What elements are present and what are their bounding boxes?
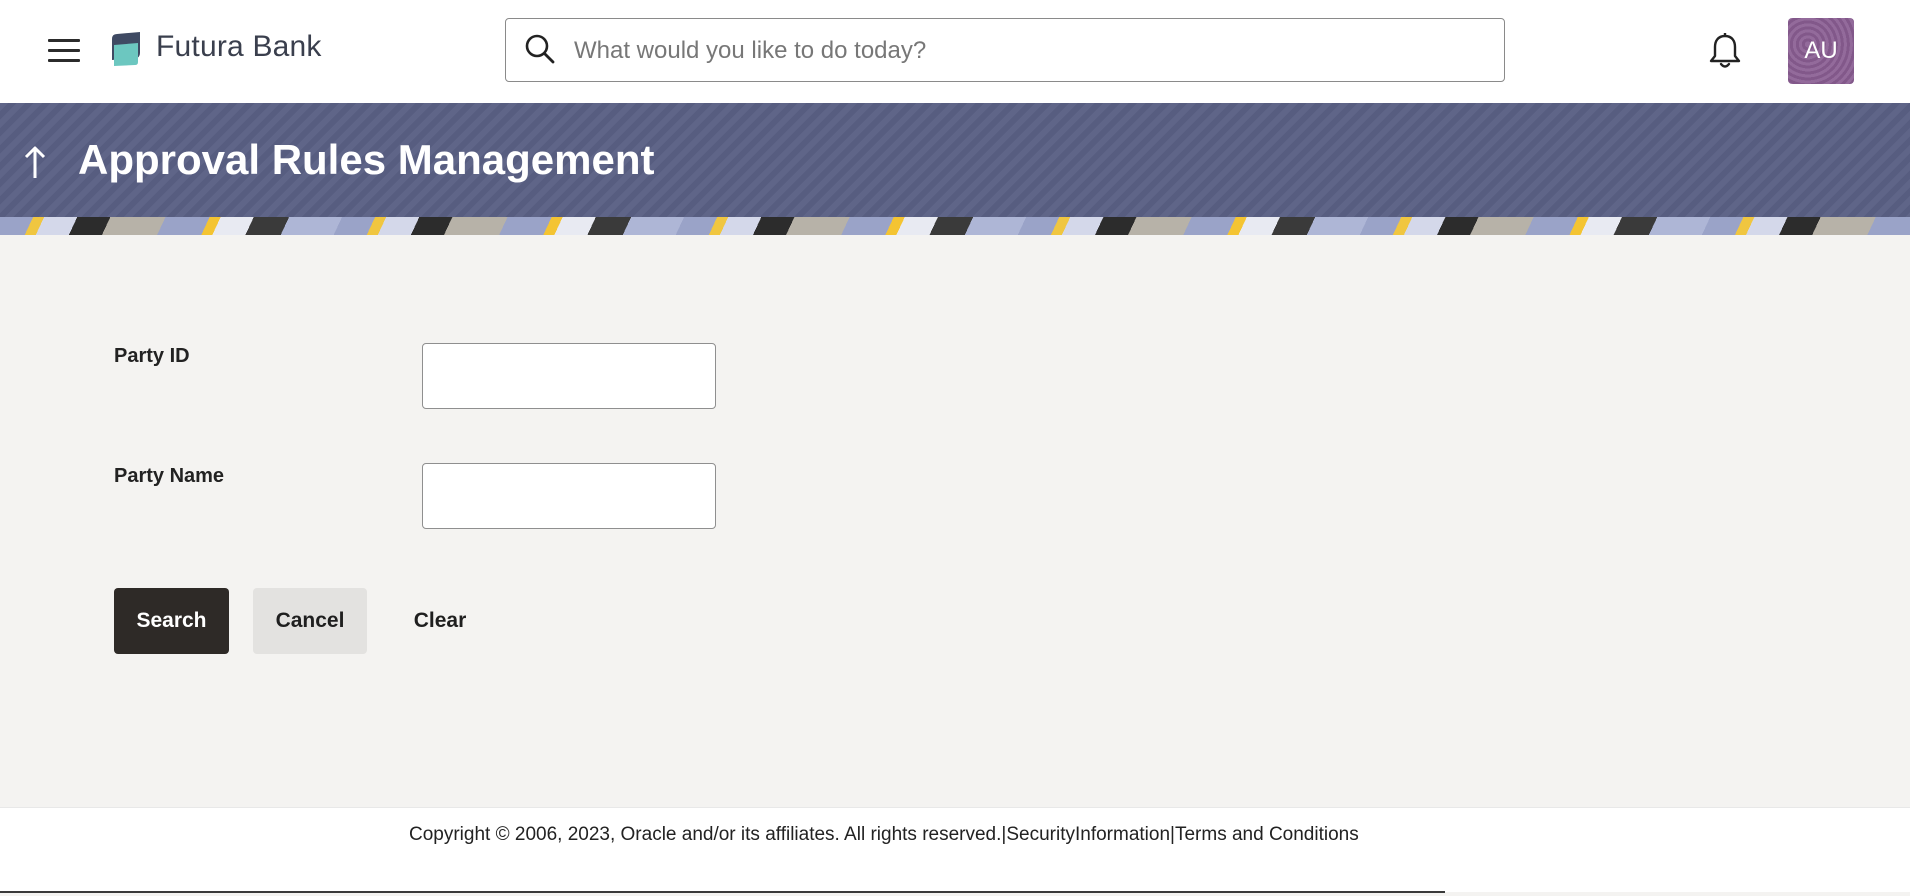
copyright-text: Copyright © 2006, 2023, Oracle and/or it… bbox=[409, 824, 1002, 845]
bell-icon[interactable] bbox=[1708, 32, 1742, 70]
terms-and-conditions-link[interactable]: Terms and Conditions bbox=[1175, 824, 1359, 845]
search-input[interactable] bbox=[572, 29, 1476, 73]
avatar[interactable]: AU bbox=[1788, 18, 1854, 84]
brand-name[interactable]: Futura Bank bbox=[156, 30, 322, 64]
party-name-input[interactable] bbox=[422, 463, 716, 529]
party-id-input[interactable] bbox=[422, 343, 716, 409]
footer-text: Copyright © 2006, 2023, Oracle and/or it… bbox=[409, 824, 1359, 846]
cancel-button[interactable]: Cancel bbox=[253, 588, 367, 654]
bottom-divider bbox=[0, 891, 1445, 893]
security-information-link[interactable]: SecurityInformation bbox=[1006, 824, 1170, 845]
page-title: Approval Rules Management bbox=[78, 136, 655, 183]
party-name-label: Party Name bbox=[114, 465, 225, 487]
back-arrow-icon[interactable] bbox=[20, 142, 50, 182]
clear-button[interactable]: Clear bbox=[400, 588, 480, 654]
top-header: Futura Bank AU bbox=[0, 0, 1910, 104]
party-id-label: Party ID bbox=[114, 345, 190, 367]
page-footer: Copyright © 2006, 2023, Oracle and/or it… bbox=[0, 807, 1910, 892]
search-button[interactable]: Search bbox=[114, 588, 229, 654]
search-icon bbox=[525, 34, 555, 64]
banner-pattern-strip bbox=[0, 217, 1910, 235]
menu-icon[interactable] bbox=[48, 37, 82, 65]
global-search[interactable] bbox=[505, 18, 1505, 82]
bank-logo-icon[interactable] bbox=[108, 31, 144, 67]
